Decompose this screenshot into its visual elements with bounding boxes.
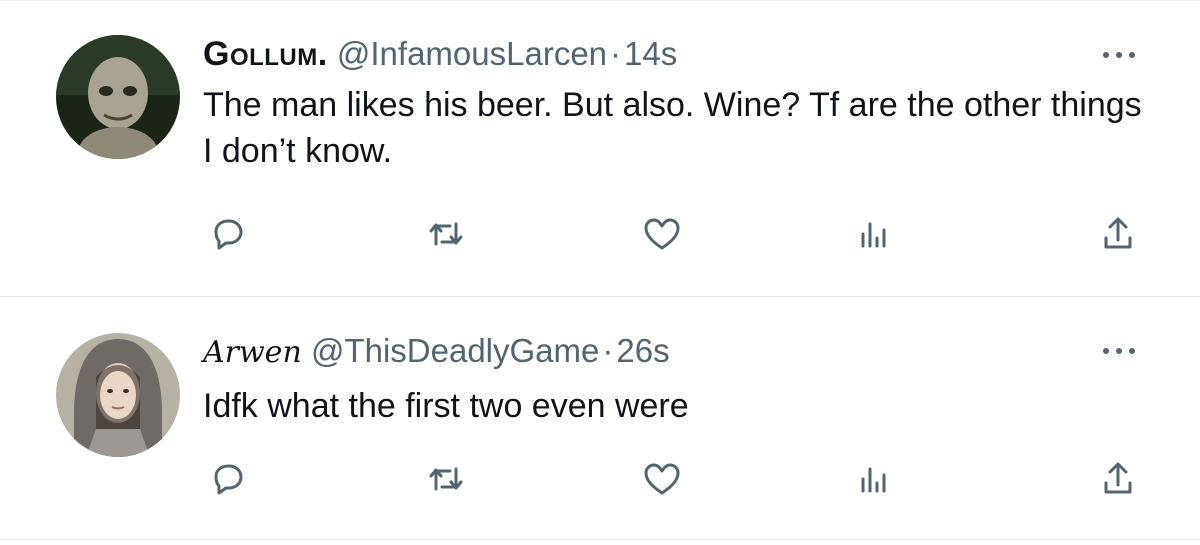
retweet-icon[interactable] [424,212,468,256]
share-icon[interactable] [1096,457,1140,501]
display-name[interactable]: Gollum. [203,35,328,73]
tweet[interactable]: Arwen @ThisDeadlyGame·26s Idfk what the … [0,297,1200,540]
more-options-icon[interactable] [1097,341,1141,361]
tweet-header: Arwen @ThisDeadlyGame·26s [203,331,670,373]
separator: · [602,332,614,369]
more-options-icon[interactable] [1097,45,1141,65]
reply-icon[interactable] [206,457,250,501]
timestamp[interactable]: 14s [624,35,677,72]
timestamp[interactable]: 26s [616,332,669,369]
tweet[interactable]: Gollum. @InfamousLarcen·14s The man like… [0,0,1200,297]
like-icon[interactable] [640,212,684,256]
display-name[interactable]: Arwen [203,335,302,370]
user-handle[interactable]: @ThisDeadlyGame [311,332,599,369]
separator: · [610,35,622,72]
retweet-icon[interactable] [424,457,468,501]
views-icon[interactable] [852,457,896,501]
tweet-header: Gollum. @InfamousLarcen·14s [203,34,677,74]
user-handle[interactable]: @InfamousLarcen [337,35,607,72]
tweet-text: The man likes his beer. But also. Wine? … [203,86,1142,170]
reply-icon[interactable] [206,212,250,256]
avatar[interactable] [56,333,180,457]
views-icon[interactable] [852,212,896,256]
share-icon[interactable] [1096,212,1140,256]
like-icon[interactable] [640,457,684,501]
tweet-text: Idfk what the first two even were [203,387,689,425]
avatar[interactable] [56,35,180,159]
